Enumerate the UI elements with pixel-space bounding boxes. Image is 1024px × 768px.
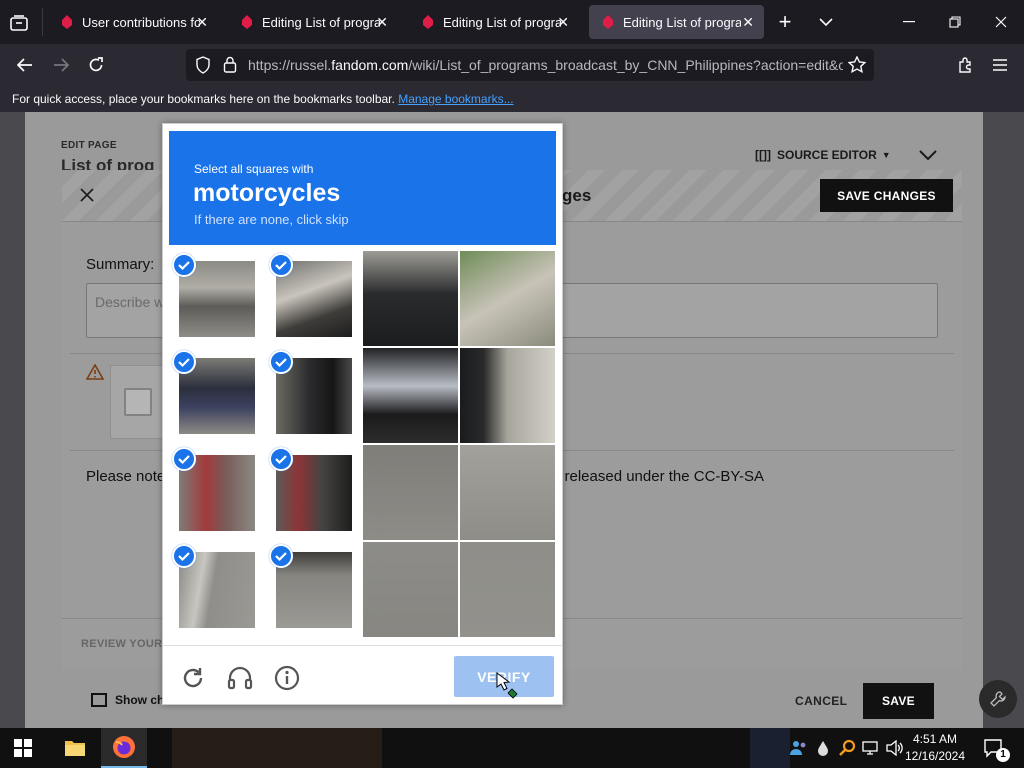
captcha-tile[interactable] xyxy=(460,445,555,540)
back-icon[interactable] xyxy=(13,53,37,77)
file-explorer-icon[interactable] xyxy=(64,738,86,762)
dialog-title: ges xyxy=(562,186,592,205)
selected-check-icon xyxy=(172,253,196,277)
firefox-taskbar-icon[interactable] xyxy=(101,728,147,768)
please-note-text: Please note xyxy=(86,468,166,485)
captcha-tile[interactable] xyxy=(460,542,555,637)
selected-check-icon xyxy=(172,447,196,471)
challenge-header: Select all squares with motorcycles If t… xyxy=(169,131,556,245)
url-text[interactable]: https://russel.fandom.com/wiki/List_of_p… xyxy=(248,57,843,73)
info-icon[interactable] xyxy=(274,665,300,696)
search-tray-icon[interactable] xyxy=(838,739,856,762)
clock-date: 12/16/2024 xyxy=(904,749,966,763)
audio-challenge-icon[interactable] xyxy=(227,665,253,696)
captcha-tile[interactable] xyxy=(363,251,458,346)
source-editor-toggle[interactable]: [[]] SOURCE EDITOR ▼ xyxy=(755,148,891,162)
recaptcha-challenge: Select all squares with motorcycles If t… xyxy=(162,123,563,705)
tab-user-contributions[interactable]: User contributions for ✕ xyxy=(48,5,218,39)
tab-editing-active[interactable]: Editing List of program ✕ xyxy=(589,5,764,39)
fandom-favicon-icon xyxy=(62,15,72,29)
cancel-button[interactable]: CANCEL xyxy=(795,694,847,708)
captcha-tile[interactable] xyxy=(363,445,458,540)
close-window-icon[interactable] xyxy=(990,11,1012,33)
warning-icon xyxy=(85,363,105,385)
save-changes-button[interactable]: SAVE CHANGES xyxy=(820,179,953,212)
captcha-checkbox-widget[interactable] xyxy=(110,365,170,439)
summary-label: Summary: xyxy=(86,256,155,273)
selected-check-icon xyxy=(269,544,293,568)
people-tray-icon[interactable] xyxy=(790,740,808,761)
captcha-tile[interactable] xyxy=(363,542,458,637)
options-chevron-icon[interactable] xyxy=(918,148,938,166)
selected-check-icon xyxy=(269,253,293,277)
save-button[interactable]: SAVE xyxy=(863,683,934,719)
challenge-target: motorcycles xyxy=(193,179,341,207)
close-tab-icon[interactable]: ✕ xyxy=(196,14,208,31)
license-text: e released under the CC-BY-SA xyxy=(552,468,765,485)
droplet-tray-icon[interactable] xyxy=(817,740,829,761)
menu-hamburger-icon[interactable] xyxy=(988,53,1012,77)
fandom-favicon-icon xyxy=(423,15,433,29)
selected-check-icon xyxy=(269,350,293,374)
fandom-favicon-icon xyxy=(242,15,252,29)
tab-editing-2[interactable]: Editing List of program ✕ xyxy=(409,5,579,39)
close-tab-icon[interactable]: ✕ xyxy=(742,14,754,31)
system-clock[interactable]: 4:51 AM 12/16/2024 xyxy=(900,731,970,765)
navigation-bar: https://russel.fandom.com/wiki/List_of_p… xyxy=(0,44,1024,86)
captcha-tile[interactable] xyxy=(363,348,458,443)
close-tab-icon[interactable]: ✕ xyxy=(376,14,388,31)
reload-icon[interactable] xyxy=(84,53,108,77)
diff-icon xyxy=(91,693,107,707)
mouse-cursor-icon xyxy=(494,671,520,704)
caret-down-icon: ▼ xyxy=(881,150,891,160)
fandom-favicon-icon xyxy=(603,15,613,29)
restore-icon[interactable] xyxy=(944,11,966,33)
challenge-instruction: Select all squares with xyxy=(194,162,314,176)
captcha-tile[interactable] xyxy=(460,348,555,443)
tab-bar: User contributions for ✕ Editing List of… xyxy=(0,0,1024,44)
tab-editing-1[interactable]: Editing List of program ✕ xyxy=(228,5,398,39)
lock-icon[interactable] xyxy=(223,56,237,78)
close-dialog-icon[interactable] xyxy=(80,188,94,207)
edit-page-label: EDIT PAGE xyxy=(61,140,117,151)
bookmarks-toolbar: For quick access, place your bookmarks h… xyxy=(0,86,1024,112)
notification-count-badge: 1 xyxy=(996,748,1010,762)
taskbar-blur-area xyxy=(172,728,382,768)
challenge-footer: VERIFY xyxy=(163,645,562,705)
taskbar-blur-area-2 xyxy=(750,728,790,768)
list-tabs-chevron-icon[interactable] xyxy=(815,11,837,33)
reload-challenge-icon[interactable] xyxy=(181,666,205,695)
captcha-tile[interactable] xyxy=(460,251,555,346)
close-tab-icon[interactable]: ✕ xyxy=(557,14,569,31)
clock-time: 4:51 AM xyxy=(912,732,958,746)
bookmarks-message: For quick access, place your bookmarks h… xyxy=(12,92,395,106)
taskbar: 4:51 AM 12/16/2024 1 xyxy=(0,728,1024,768)
firefox-view-icon[interactable] xyxy=(8,12,30,34)
challenge-hint: If there are none, click skip xyxy=(194,212,349,227)
review-label: REVIEW YOUR xyxy=(81,638,163,650)
selected-check-icon xyxy=(172,350,196,374)
bookmark-star-icon[interactable] xyxy=(847,55,867,78)
new-tab-icon[interactable]: + xyxy=(774,9,796,34)
selected-check-icon xyxy=(269,447,293,471)
tracking-shield-icon[interactable] xyxy=(195,56,211,79)
manage-bookmarks-link[interactable]: Manage bookmarks... xyxy=(398,92,513,106)
show-changes-toggle[interactable]: Show ch xyxy=(91,693,164,707)
source-brackets-icon: [[]] xyxy=(755,148,771,162)
start-windows-icon[interactable] xyxy=(14,739,32,762)
forward-icon[interactable] xyxy=(49,53,73,77)
selected-check-icon xyxy=(172,544,196,568)
url-bar[interactable]: https://russel.fandom.com/wiki/List_of_p… xyxy=(186,49,874,81)
wrench-tools-icon[interactable] xyxy=(979,680,1017,718)
captcha-checkbox[interactable] xyxy=(124,388,152,416)
minimize-icon[interactable] xyxy=(898,11,920,33)
network-tray-icon[interactable] xyxy=(862,740,880,761)
extensions-icon[interactable] xyxy=(953,53,977,77)
